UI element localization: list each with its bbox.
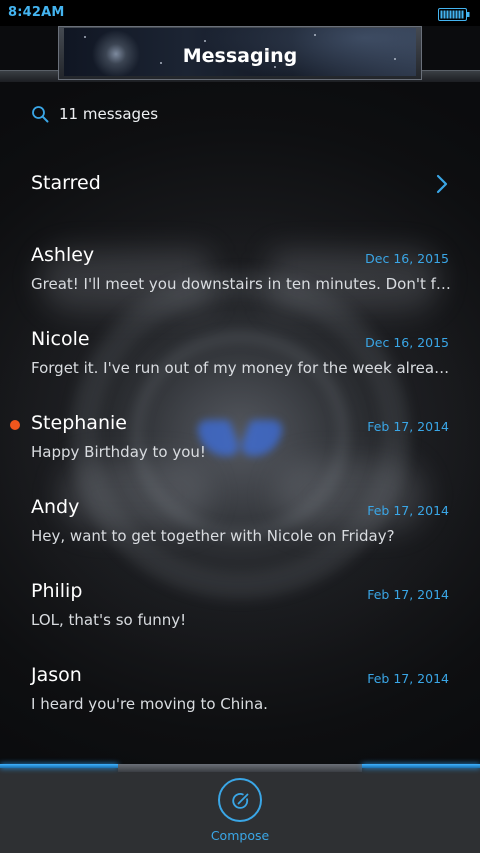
contact-name: Andy [31,496,80,518]
message-preview: Happy Birthday to you! [31,443,206,461]
bottom-bar-edge [0,764,480,774]
conversation-item[interactable]: Jason Feb 17, 2014 I heard you're moving… [0,664,480,736]
conversation-item[interactable]: Nicole Dec 16, 2015 Forget it. I've run … [0,328,480,400]
unread-indicator [10,420,20,430]
status-bar: 8:42AM [0,0,480,26]
starred-row[interactable]: Starred [0,160,480,206]
message-preview: I heard you're moving to China. [31,695,268,713]
message-date: Feb 17, 2014 [367,419,449,434]
message-date: Dec 16, 2015 [365,335,449,350]
message-preview: LOL, that's so funny! [31,611,187,629]
conversation-item[interactable]: Stephanie Feb 17, 2014 Happy Birthday to… [0,412,480,484]
page-title: Messaging [182,45,298,67]
search-icon[interactable] [31,105,49,127]
compose-button[interactable]: Compose [205,778,275,848]
chevron-right-icon [436,174,448,198]
compose-icon [232,792,250,814]
message-count: 11 messages [59,105,159,123]
contact-name: Jason [31,664,82,686]
contact-name: Ashley [31,244,95,266]
conversation-item[interactable]: Philip Feb 17, 2014 LOL, that's so funny… [0,580,480,652]
search-row[interactable]: 11 messages [0,96,480,132]
message-date: Feb 17, 2014 [367,503,449,518]
message-date: Feb 17, 2014 [367,671,449,686]
contact-name: Stephanie [31,412,127,434]
contact-name: Philip [31,580,83,602]
compose-label: Compose [210,828,270,843]
conversation-item[interactable]: Ashley Dec 16, 2015 Great! I'll meet you… [0,244,480,316]
status-time: 8:42AM [8,5,65,20]
starred-label: Starred [31,172,101,194]
message-preview: Great! I'll meet you downstairs in ten m… [31,275,451,293]
message-preview: Hey, want to get together with Nicole on… [31,527,395,545]
messaging-screen: 8:42AM Messaging 11 messages Starred Ash… [0,0,480,853]
battery-full-icon [438,6,470,25]
app-header: Messaging [0,26,480,86]
message-date: Dec 16, 2015 [365,251,449,266]
message-date: Feb 17, 2014 [367,587,449,602]
message-preview: Forget it. I've run out of my money for … [31,359,451,377]
contact-name: Nicole [31,328,90,350]
conversation-item[interactable]: Andy Feb 17, 2014 Hey, want to get toget… [0,496,480,568]
compose-button-ring [218,778,262,822]
